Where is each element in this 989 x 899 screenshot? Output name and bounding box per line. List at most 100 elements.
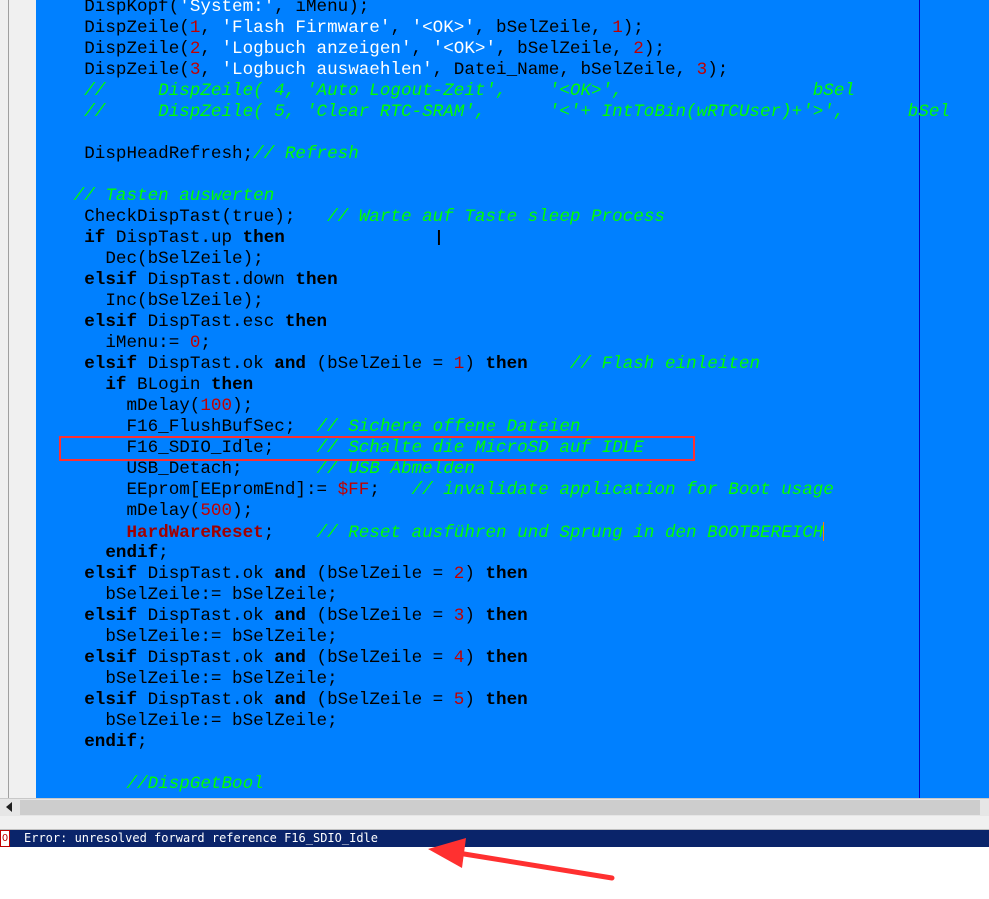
code-token: elsif <box>84 606 138 626</box>
code-token: 2 <box>189 39 201 59</box>
code-token: then <box>485 690 528 710</box>
code-token: ; <box>158 543 169 563</box>
code-token: then <box>284 312 328 332</box>
code-line[interactable]: Inc(bSelZeile); <box>42 291 264 312</box>
code-token: , <box>411 39 433 59</box>
code-line[interactable]: CheckDispTast(true); // Warte auf Taste … <box>42 207 665 228</box>
scrollbar-thumb[interactable] <box>20 800 980 815</box>
code-line[interactable]: endif; <box>42 732 147 753</box>
code-line[interactable]: mDelay(100); <box>42 396 253 417</box>
code-token: Inc(bSelZeile); <box>42 291 264 311</box>
code-token: and <box>274 648 306 668</box>
code-token: bSelZeile:= bSelZeile; <box>42 669 338 689</box>
gutter-divider <box>8 0 9 798</box>
code-line[interactable]: DispZeile(1, 'Flash Firmware', '<OK>', b… <box>42 18 644 39</box>
code-line[interactable]: // DispZeile( 4, 'Auto Logout-Zeit', '<O… <box>42 81 855 102</box>
messages-pane[interactable]: 0 Error: unresolved forward reference F1… <box>0 830 989 899</box>
code-token: ); <box>622 18 644 38</box>
code-line[interactable]: DispZeile(3, 'Logbuch auswaehlen', Datei… <box>42 60 728 81</box>
code-token: CheckDispTast(true); <box>42 207 328 227</box>
code-line[interactable]: bSelZeile:= bSelZeile; <box>42 711 338 732</box>
code-token: mDelay( <box>42 501 201 521</box>
code-line[interactable]: elsif DispTast.ok and (bSelZeile = 2) th… <box>42 564 528 585</box>
code-token: 1 <box>612 18 623 38</box>
code-token: 0 <box>189 333 201 353</box>
code-line[interactable]: iMenu:= 0; <box>42 333 211 354</box>
code-line[interactable]: // Tasten auswerten <box>42 186 275 207</box>
code-token: , bSelZeile, <box>496 39 634 59</box>
code-line[interactable]: mDelay(500); <box>42 501 253 522</box>
code-token: ; <box>263 523 317 543</box>
code-token: , <box>200 39 222 59</box>
code-token: DispZeile( <box>42 60 190 80</box>
code-line[interactable]: elsif DispTast.ok and (bSelZeile = 1) th… <box>42 354 760 375</box>
code-token: elsif <box>84 564 138 584</box>
annotation-highlight-box <box>59 436 695 461</box>
code-token: BLogin <box>126 375 211 395</box>
code-token: ) <box>464 648 486 668</box>
code-editor[interactable]: DispKopf('System:', iMenu); DispZeile(1,… <box>0 0 989 798</box>
code-token: , iMenu); <box>274 0 370 17</box>
code-token: 2 <box>633 39 644 59</box>
code-line[interactable]: bSelZeile:= bSelZeile; <box>42 627 337 648</box>
code-token: (bSelZeile = <box>305 648 454 668</box>
pane-splitter[interactable] <box>0 816 989 830</box>
code-token: DispTast.esc <box>137 312 285 332</box>
code-token: 500 <box>200 501 233 521</box>
code-token: and <box>274 354 306 374</box>
code-token: bSelZeile:= bSelZeile; <box>42 711 338 731</box>
code-token: DispTast.down <box>137 270 296 290</box>
code-line[interactable]: elsif DispTast.esc then <box>42 312 327 333</box>
code-line[interactable]: elsif DispTast.ok and (bSelZeile = 4) th… <box>42 648 527 669</box>
code-line[interactable]: endif; <box>42 543 169 564</box>
code-token: if <box>105 375 127 395</box>
editor-gutter <box>0 0 36 798</box>
code-line[interactable]: Dec(bSelZeile); <box>42 249 263 270</box>
code-line[interactable]: // DispZeile( 5, 'Clear RTC-SRAM', '<'+ … <box>42 102 950 123</box>
scroll-left-arrow-icon[interactable] <box>6 802 12 812</box>
code-line[interactable]: elsif DispTast.ok and (bSelZeile = 5) th… <box>42 690 528 711</box>
code-token: 'Logbuch auswaehlen' <box>221 60 433 80</box>
code-token: // invalidate application for Boot usage <box>411 480 834 500</box>
code-line[interactable]: USB_Detach; // USB Abmelden <box>42 459 475 480</box>
code-line[interactable]: bSelZeile:= bSelZeile; <box>42 585 337 606</box>
code-line[interactable]: if BLogin then <box>42 375 253 396</box>
code-token: ; <box>200 333 211 353</box>
code-token: EEprom[EEpromEnd]:= <box>42 480 338 500</box>
code-token: HardWareReset <box>126 523 264 543</box>
code-token: 'System:' <box>179 0 275 17</box>
code-line[interactable]: //DispGetBool <box>42 774 263 795</box>
code-line[interactable]: F16_FlushBufSec; // Sichere offene Datei… <box>42 417 580 438</box>
error-message-text: Error: unresolved forward reference F16_… <box>24 831 379 845</box>
code-token: DispHeadRefresh; <box>42 144 254 164</box>
code-line[interactable]: EEprom[EEpromEnd]:= $FF; // invalidate a… <box>42 480 834 501</box>
code-token: mDelay( <box>42 396 201 416</box>
code-token: DispTast.ok <box>137 648 275 668</box>
code-token: and <box>274 690 306 710</box>
code-token: ) <box>464 690 486 710</box>
code-token: then <box>295 270 338 290</box>
code-line[interactable]: elsif DispTast.ok and (bSelZeile = 3) th… <box>42 606 527 627</box>
code-token: then <box>485 564 528 584</box>
code-line[interactable]: DispHeadRefresh;// Refresh <box>42 144 359 165</box>
code-line[interactable]: elsif DispTast.down then <box>42 270 338 291</box>
code-token: // USB Abmelden <box>316 459 475 479</box>
ibeam-cursor-icon: I <box>436 226 442 250</box>
code-token: '<OK>' <box>411 18 475 38</box>
code-line[interactable]: DispKopf('System:', iMenu); <box>42 0 369 18</box>
horizontal-scrollbar[interactable] <box>0 798 989 816</box>
code-token: , <box>200 18 222 38</box>
code-line[interactable]: bSelZeile:= bSelZeile; <box>42 669 338 690</box>
code-token: then <box>210 375 254 395</box>
code-line[interactable]: DispZeile(2, 'Logbuch anzeigen', '<OK>',… <box>42 39 665 60</box>
code-token: then <box>485 354 528 374</box>
error-message-row[interactable]: 0 Error: unresolved forward reference F1… <box>0 830 989 847</box>
code-token: 3 <box>696 60 708 80</box>
code-line[interactable]: HardWareReset; // Reset ausführen und Sp… <box>42 522 825 543</box>
code-token: then <box>242 228 285 248</box>
code-line[interactable]: if DispTast.up then <box>42 228 285 249</box>
